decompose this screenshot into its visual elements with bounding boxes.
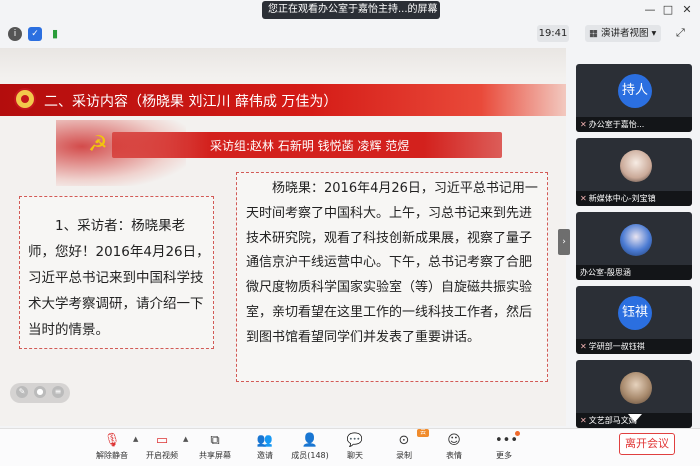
- start-video-button[interactable]: ▭ 开启视频: [140, 431, 184, 465]
- title-bar: 您正在观看办公室于嘉怡主持...的屏幕 ⌖ — □ ✕: [0, 0, 700, 20]
- avatar: [620, 372, 652, 404]
- grid-icon: ▦: [589, 28, 601, 39]
- avatar: 钰祺: [618, 296, 652, 330]
- members-button[interactable]: 👤 成员(148): [288, 431, 332, 465]
- avatar: [620, 150, 652, 182]
- record-icon: ⊙: [398, 433, 410, 448]
- more-label: 更多: [496, 451, 512, 460]
- participant-panel: 持人 ✕ 办公室于嘉怡... ✕ 新媒体中心-刘宝镇 办公室-殷思涵 钰祺 ✕ 学研部…: [572, 58, 700, 428]
- participant-name: 学研部一叔钰祺: [588, 342, 645, 351]
- answer-text: 杨晓果：2016年4月26日，习近平总书记用一天时间考察了中国科大。上午，习总书…: [246, 181, 538, 345]
- mic-muted-icon: ✕: [580, 416, 587, 425]
- chat-button[interactable]: 💬 聊天: [333, 431, 377, 465]
- record-label: 录制: [396, 451, 412, 460]
- question-box: 1、采访者：杨晓果老师，您好！2016年4月26日，习近平总书记来到中国科学技术…: [19, 196, 214, 349]
- mic-muted-icon: ✕: [580, 194, 587, 203]
- more-button[interactable]: ••• 更多: [482, 431, 526, 465]
- team-members: 采访组:赵林 石新明 钱悦菡 凌辉 范煜: [210, 139, 410, 153]
- info-icon[interactable]: i: [8, 27, 22, 41]
- window-title: 您正在观看办公室于嘉怡主持...的屏幕: [268, 4, 438, 15]
- participant-name: 新媒体中心-刘宝镇: [588, 194, 656, 203]
- share-screen-label: 共享屏幕: [199, 451, 231, 460]
- signal-icon[interactable]: ▮: [48, 27, 62, 41]
- participant-name: 办公室-殷思涵: [580, 268, 631, 277]
- start-video-label: 开启视频: [146, 451, 178, 460]
- shield-icon[interactable]: ✓: [28, 27, 42, 41]
- invite-button[interactable]: 👥 邀请: [243, 431, 287, 465]
- meeting-window: 您正在观看办公室于嘉怡主持...的屏幕 ⌖ — □ ✕ i ✓ ▮ 19:41 …: [0, 0, 700, 466]
- section-title: 二、采访内容（杨晓果 刘江川 薛伟成 万佳为）: [44, 94, 338, 110]
- mic-muted-icon: ✕: [580, 120, 587, 129]
- avatar: 持人: [618, 74, 652, 108]
- audio-options-chevron[interactable]: ▲: [133, 435, 138, 443]
- chat-label: 聊天: [347, 451, 363, 460]
- unmute-label: 解除静音: [96, 451, 128, 460]
- invite-icon: 👥: [256, 433, 274, 448]
- minimize-button[interactable]: —: [642, 2, 658, 18]
- scroll-down-icon[interactable]: [628, 414, 642, 422]
- share-screen-icon: ⧉: [210, 433, 220, 448]
- invite-label: 邀请: [257, 451, 273, 460]
- slide-header-strip: [0, 48, 566, 78]
- screen-share-banner[interactable]: 您正在观看办公室于嘉怡主持...的屏幕 ⌖: [262, 1, 440, 19]
- emoji-icon: ☺: [447, 433, 461, 448]
- notification-dot: [515, 431, 520, 436]
- meeting-toolbar: 🎙 解除静音 ▲ ▭ 开启视频 ▲ ⧉ 共享屏幕 👥 邀请 👤 成员(148) …: [0, 428, 700, 466]
- more-icon: •••: [495, 433, 519, 448]
- mic-muted-icon: ✕: [580, 342, 587, 351]
- participant-tile[interactable]: 钰祺 ✕ 学研部一叔钰祺: [576, 286, 692, 354]
- collapse-sidebar-button[interactable]: ›: [558, 229, 570, 255]
- speaker-view-button[interactable]: ▦ 演讲者视图 ▾: [585, 25, 661, 42]
- info-bar: i ✓ ▮ 19:41 ▦ 演讲者视图 ▾ ⤢: [0, 22, 700, 46]
- fullscreen-icon[interactable]: ⤢: [676, 26, 685, 40]
- laser-icon[interactable]: ●: [34, 386, 46, 398]
- mic-muted-icon: 🎙: [103, 433, 121, 448]
- maximize-button[interactable]: □: [660, 2, 676, 18]
- emoji-button[interactable]: ☺ 表情: [432, 431, 476, 465]
- menu-icon[interactable]: ≡: [52, 386, 64, 398]
- close-button[interactable]: ✕: [679, 2, 695, 18]
- pin-icon[interactable]: ⌖: [430, 1, 436, 19]
- shared-slide: 二、采访内容（杨晓果 刘江川 薛伟成 万佳为） ☭ 采访组:赵林 石新明 钱悦菡…: [0, 48, 566, 426]
- video-options-chevron[interactable]: ▲: [183, 435, 188, 443]
- emoji-label: 表情: [446, 451, 462, 460]
- members-icon: 👤: [301, 433, 319, 448]
- hammer-sickle-icon: ☭: [88, 132, 108, 157]
- cloud-record-badge: 云: [417, 429, 429, 437]
- share-screen-button[interactable]: ⧉ 共享屏幕: [193, 431, 237, 465]
- annotation-toolbar[interactable]: ✎ ● ≡: [10, 383, 70, 403]
- participant-tile[interactable]: ✕ 新媒体中心-刘宝镇: [576, 138, 692, 206]
- question-text: 1、采访者：杨晓果老师，您好！2016年4月26日，习近平总书记来到中国科学技术…: [28, 218, 210, 338]
- chat-icon: 💬: [346, 433, 364, 448]
- camera-off-icon: ▭: [155, 433, 169, 448]
- answer-box: 杨晓果：2016年4月26日，习近平总书记用一天时间考察了中国科大。上午，习总书…: [236, 172, 548, 382]
- participant-tile[interactable]: 持人 ✕ 办公室于嘉怡...: [576, 64, 692, 132]
- unmute-button[interactable]: 🎙 解除静音: [90, 431, 134, 465]
- leave-meeting-button[interactable]: 离开会议: [619, 433, 675, 455]
- pen-icon[interactable]: ✎: [16, 386, 28, 398]
- party-emblem-icon: [14, 88, 36, 110]
- view-label: 演讲者视图: [601, 28, 649, 39]
- participant-name: 办公室于嘉怡...: [588, 120, 645, 129]
- members-label: 成员(148): [291, 451, 329, 460]
- chevron-down-icon: ▾: [648, 28, 657, 39]
- meeting-timer: 19:41: [537, 25, 569, 42]
- avatar: [620, 224, 652, 256]
- participant-tile[interactable]: 办公室-殷思涵: [576, 212, 692, 280]
